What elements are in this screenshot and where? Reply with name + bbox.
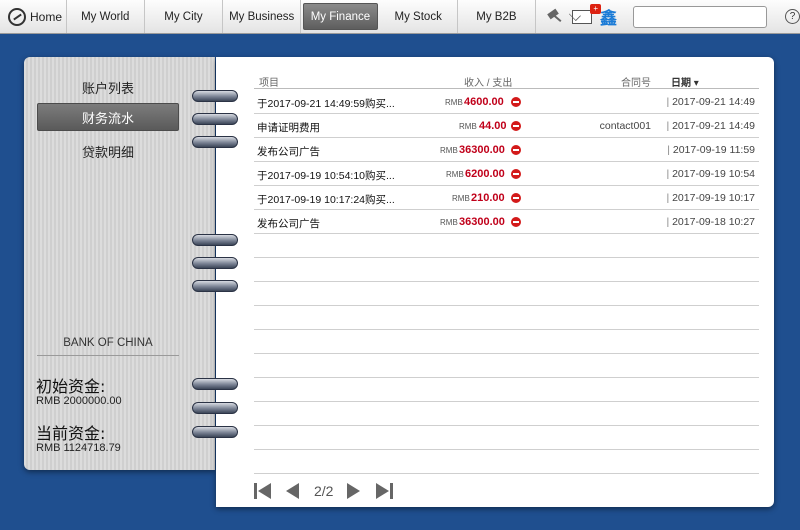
sidebar-panel: 账户列表 财务流水 贷款明细 BANK OF CHINA 初始资金: RMB 2… <box>24 57 215 470</box>
row-item: 发布公司广告 <box>257 218 320 230</box>
row-currency: RMB <box>459 122 477 131</box>
row-amount: 36300.00 <box>459 144 505 156</box>
table-row[interactable]: 申请证明费用 RMB 44.00 contact001 2017-09-21 1… <box>254 114 759 138</box>
minus-icon <box>511 145 521 155</box>
row-currency: RMB <box>446 170 464 179</box>
row-currency: RMB <box>445 98 463 107</box>
row-amount: 44.00 <box>479 120 507 132</box>
table-header: 项目 收入 / 支出 合同号 日期 ▾ <box>254 71 759 89</box>
row-currency: RMB <box>440 146 458 155</box>
spiral-ring <box>192 402 238 414</box>
row-date: 2017-09-19 10:54 <box>666 168 755 180</box>
row-amount: 36300.00 <box>459 216 505 228</box>
empty-row <box>254 234 759 258</box>
toolbar: + 鑫 ? <box>536 0 800 33</box>
row-amount: 210.00 <box>471 192 505 204</box>
last-page-icon[interactable] <box>375 483 394 499</box>
current-funds-label: 当前资金: <box>36 424 106 443</box>
help-icon[interactable]: ? <box>784 9 800 24</box>
row-item: 申请证明费用 <box>257 122 320 134</box>
spiral-ring <box>192 90 238 102</box>
minus-icon <box>511 217 521 227</box>
minus-icon <box>511 121 521 131</box>
empty-row <box>254 306 759 330</box>
row-item: 发布公司广告 <box>257 146 320 158</box>
first-page-icon[interactable] <box>254 483 272 499</box>
row-date: 2017-09-21 14:49 <box>666 120 755 132</box>
empty-row <box>254 258 759 282</box>
row-item: 于2017-09-19 10:17:24购买... <box>257 194 395 206</box>
spiral-ring <box>192 280 238 292</box>
ledger-panel: 项目 收入 / 支出 合同号 日期 ▾ 于2017-09-21 14:49:59… <box>216 57 774 507</box>
sidebar-item-loan-details[interactable]: 贷款明细 <box>37 137 179 165</box>
tab-my-finance[interactable]: My Finance <box>303 3 378 30</box>
minus-icon <box>511 169 521 179</box>
empty-row <box>254 378 759 402</box>
tab-my-world[interactable]: My World <box>67 0 145 33</box>
header-amount[interactable]: 收入 / 支出 <box>464 74 512 89</box>
minus-icon <box>511 97 521 107</box>
search-input[interactable] <box>632 5 767 28</box>
spiral-ring <box>192 113 238 125</box>
top-nav-bar: Home My World My City My Business My Fin… <box>0 0 800 34</box>
gavel-icon[interactable] <box>546 9 564 25</box>
tab-my-b2b[interactable]: My B2B <box>458 0 536 33</box>
nav-home[interactable]: Home <box>0 0 67 33</box>
tab-my-stock[interactable]: My Stock <box>380 0 458 33</box>
spiral-ring <box>192 257 238 269</box>
row-item: 于2017-09-19 10:54:10购买... <box>257 170 395 182</box>
next-page-icon[interactable] <box>345 483 363 499</box>
page-indicator: 2/2 <box>314 483 334 499</box>
row-item: 于2017-09-21 14:49:59购买... <box>257 98 395 110</box>
empty-row <box>254 330 759 354</box>
sidebar-item-financial-flow[interactable]: 财务流水 <box>37 103 179 131</box>
row-date: 2017-09-19 10:17 <box>666 192 755 204</box>
empty-row <box>254 450 759 474</box>
row-currency: RMB <box>440 218 458 227</box>
table-row[interactable]: 于2017-09-19 10:54:10购买... RMB 6200.00 20… <box>254 162 759 186</box>
mail-icon[interactable]: + <box>571 3 601 24</box>
row-date: 2017-09-21 14:49 <box>666 96 755 108</box>
bank-name: BANK OF CHINA <box>37 337 179 356</box>
pagination: 2/2 <box>254 483 394 499</box>
home-logo-icon <box>8 7 26 26</box>
spiral-ring <box>192 136 238 148</box>
minus-icon <box>511 193 521 203</box>
xin-icon[interactable]: 鑫 <box>600 4 617 29</box>
empty-row <box>254 354 759 378</box>
tab-my-city[interactable]: My City <box>145 0 224 33</box>
initial-funds-label: 初始资金: <box>36 377 106 396</box>
spiral-ring <box>192 234 238 246</box>
prev-page-icon[interactable] <box>284 483 302 499</box>
row-date: 2017-09-19 11:59 <box>667 144 755 156</box>
row-amount: 6200.00 <box>465 168 505 180</box>
nav-home-label: Home <box>30 9 63 24</box>
table-row[interactable]: 发布公司广告 RMB 36300.00 2017-09-18 10:27 <box>254 210 759 234</box>
empty-row <box>254 426 759 450</box>
current-funds-value: RMB 1124718.79 <box>36 442 121 454</box>
row-currency: RMB <box>452 194 470 203</box>
table-row[interactable]: 发布公司广告 RMB 36300.00 2017-09-19 11:59 <box>254 138 759 162</box>
initial-funds-value: RMB 2000000.00 <box>36 395 122 407</box>
table-row[interactable]: 于2017-09-21 14:49:59购买... RMB 4600.00 20… <box>254 90 759 114</box>
header-contract[interactable]: 合同号 <box>621 74 651 89</box>
header-date[interactable]: 日期 ▾ <box>671 74 699 89</box>
row-amount: 4600.00 <box>464 96 504 108</box>
empty-row <box>254 282 759 306</box>
tab-my-business[interactable]: My Business <box>223 0 302 33</box>
spiral-ring <box>192 426 238 438</box>
table-row[interactable]: 于2017-09-19 10:17:24购买... RMB 210.00 201… <box>254 186 759 210</box>
sidebar-item-account-list[interactable]: 账户列表 <box>37 73 179 101</box>
spiral-ring <box>192 378 238 390</box>
row-contract: contact001 <box>599 120 651 132</box>
empty-row <box>254 402 759 426</box>
header-item[interactable]: 项目 <box>259 74 279 89</box>
mail-badge: + <box>590 3 601 14</box>
row-date: 2017-09-18 10:27 <box>666 216 755 228</box>
